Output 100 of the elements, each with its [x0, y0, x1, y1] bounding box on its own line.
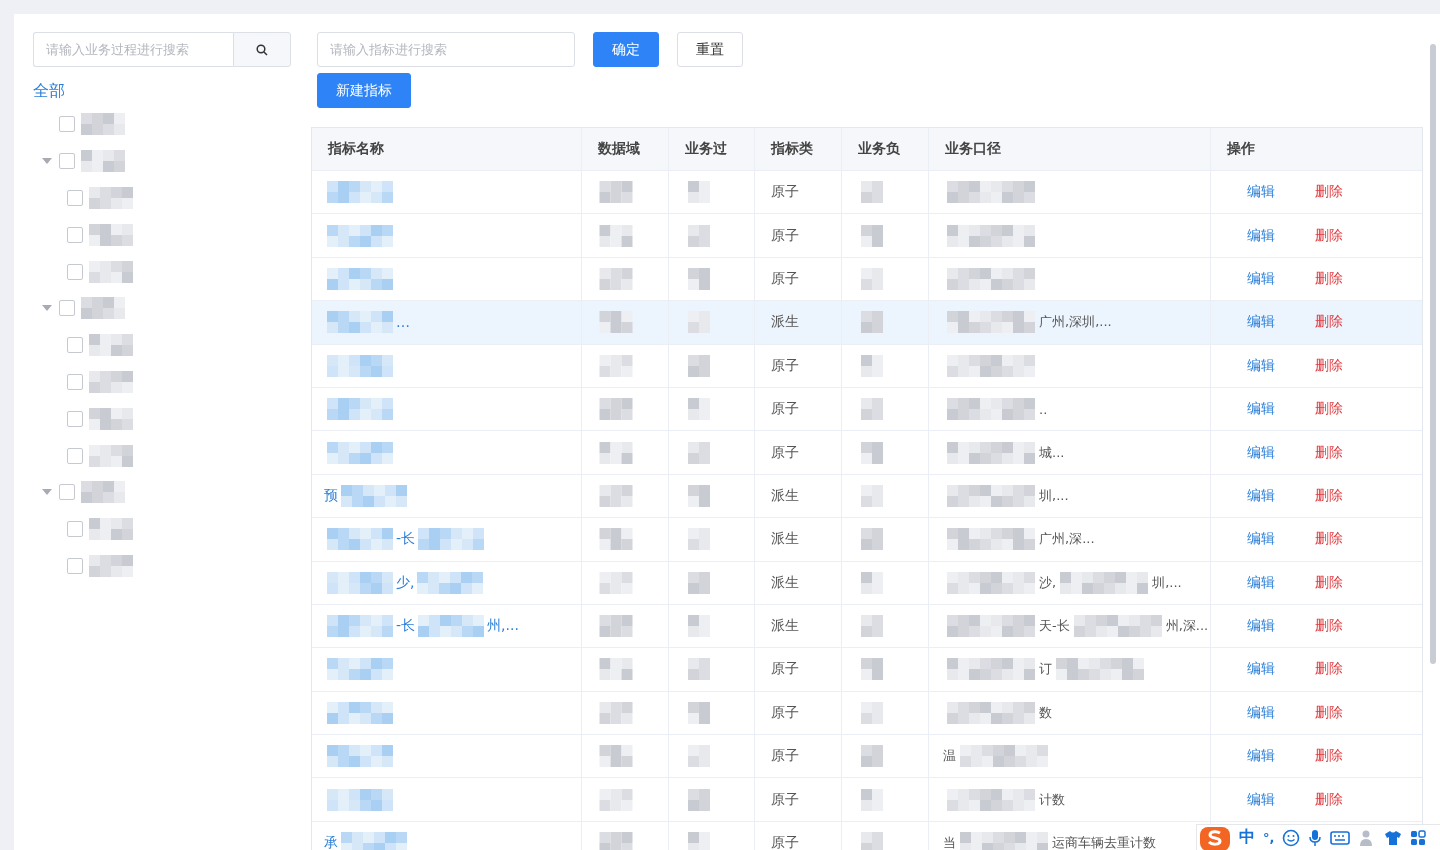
caret-icon[interactable]	[42, 488, 52, 497]
caliber-fragment: 城...	[1039, 443, 1065, 462]
delete-link[interactable]: 删除	[1315, 703, 1343, 722]
edit-link[interactable]: 编辑	[1247, 400, 1275, 419]
scrollbar[interactable]	[1430, 44, 1436, 664]
delete-link[interactable]: 删除	[1315, 226, 1343, 245]
edit-link[interactable]: 编辑	[1247, 747, 1275, 766]
checkbox[interactable]	[67, 337, 83, 354]
name-fragment[interactable]: 承	[324, 834, 338, 850]
table-row[interactable]: … 派生 广州,深圳,... 编辑 删除	[312, 301, 1422, 345]
column-header: 业务负	[842, 128, 929, 170]
table-row[interactable]: 原子 数 编辑 删除	[312, 691, 1422, 736]
column-header: 业务口径	[929, 128, 1211, 170]
grid-icon[interactable]	[1410, 829, 1427, 846]
pixelated-text-drawing	[858, 311, 886, 334]
table-row[interactable]: 预 派生 圳,... 编辑 删除	[312, 474, 1422, 519]
checkbox[interactable]	[67, 447, 83, 464]
keyboard-icon[interactable]	[1330, 830, 1351, 845]
checkbox[interactable]	[59, 116, 75, 133]
delete-link[interactable]: 删除	[1315, 313, 1343, 332]
confirm-button[interactable]: 确定	[593, 32, 659, 67]
pixelated-text-drawing	[858, 267, 886, 290]
shirt-icon[interactable]	[1384, 829, 1403, 846]
delete-link[interactable]: 删除	[1315, 183, 1343, 202]
name-fragment[interactable]: -长	[396, 617, 416, 636]
table-row[interactable]: 原子 编辑 删除	[312, 214, 1422, 258]
caliber-fragment: 广州,深圳,...	[1039, 313, 1112, 332]
delete-link[interactable]: 删除	[1315, 400, 1343, 419]
checkbox[interactable]	[67, 410, 83, 427]
pixelated-text-drawing	[598, 267, 634, 290]
table-row[interactable]: 原子 订 编辑 删除	[312, 648, 1422, 692]
pixelated-text-drawing	[685, 701, 713, 724]
checkbox[interactable]	[59, 153, 75, 170]
checkbox[interactable]	[67, 226, 83, 243]
edit-link[interactable]: 编辑	[1247, 703, 1275, 722]
delete-link[interactable]: 删除	[1315, 443, 1343, 462]
table-row[interactable]: 原子 .. 编辑 删除	[312, 387, 1422, 432]
name-fragment[interactable]: -长	[396, 530, 416, 549]
name-fragment[interactable]: 少,	[396, 573, 415, 592]
checkbox[interactable]	[59, 484, 75, 501]
name-fragment[interactable]: 州,...	[487, 617, 519, 636]
name-fragment[interactable]: 预	[324, 486, 338, 505]
edit-link[interactable]: 编辑	[1247, 443, 1275, 462]
punctuation-mode-text[interactable]: °,	[1263, 830, 1275, 845]
smiley-icon[interactable]	[1282, 828, 1301, 847]
delete-link[interactable]: 删除	[1315, 486, 1343, 505]
caliber-fragment: 订	[1039, 660, 1052, 679]
search-button[interactable]	[233, 32, 291, 67]
edit-link[interactable]: 编辑	[1247, 313, 1275, 332]
checkbox[interactable]	[67, 263, 83, 280]
input-mode-text[interactable]: 中	[1239, 827, 1255, 848]
table-row[interactable]: 原子 编辑 删除	[312, 344, 1422, 388]
checkbox[interactable]	[59, 300, 75, 317]
checkbox[interactable]	[67, 521, 83, 538]
table-row[interactable]: 原子 编辑 删除	[312, 171, 1422, 215]
edit-link[interactable]: 编辑	[1247, 226, 1275, 245]
table-row[interactable]: -长 州,... 派生 天-长 州,深... 编辑 删除	[312, 604, 1422, 649]
delete-link[interactable]: 删除	[1315, 790, 1343, 809]
delete-link[interactable]: 删除	[1315, 617, 1343, 636]
edit-link[interactable]: 编辑	[1247, 269, 1275, 288]
edit-link[interactable]: 编辑	[1247, 530, 1275, 549]
delete-link[interactable]: 删除	[1315, 269, 1343, 288]
pixelated-text-drawing	[858, 701, 886, 724]
delete-link[interactable]: 删除	[1315, 573, 1343, 592]
caliber-fragment: 沙,	[1039, 573, 1057, 592]
edit-link[interactable]: 编辑	[1247, 573, 1275, 592]
delete-link[interactable]: 删除	[1315, 530, 1343, 549]
pixelated-text-drawing	[685, 354, 713, 377]
caret-icon[interactable]	[42, 157, 52, 166]
caret-icon[interactable]	[42, 304, 52, 313]
delete-link[interactable]: 删除	[1315, 356, 1343, 375]
edit-link[interactable]: 编辑	[1247, 660, 1275, 679]
table-row[interactable]: 少, 派生 沙, 圳,... 编辑 删除	[312, 561, 1422, 605]
edit-link[interactable]: 编辑	[1247, 486, 1275, 505]
table-row[interactable]: 原子 计数 编辑 删除	[312, 778, 1422, 822]
microphone-icon[interactable]	[1308, 828, 1323, 847]
table-row[interactable]: -长 派生 广州,深... 编辑 删除	[312, 518, 1422, 562]
delete-link[interactable]: 删除	[1315, 747, 1343, 766]
checkbox[interactable]	[67, 373, 83, 390]
table-row[interactable]: 原子 编辑 删除	[312, 257, 1422, 302]
pixelated-text-drawing	[598, 571, 634, 594]
edit-link[interactable]: 编辑	[1247, 356, 1275, 375]
table-row[interactable]: 原子 温 编辑 删除	[312, 735, 1422, 779]
caliber-fragment: 圳,...	[1152, 573, 1182, 592]
pixelated-text-drawing	[598, 701, 634, 724]
table-row[interactable]: 原子 城... 编辑 删除	[312, 431, 1422, 475]
search-field[interactable]: 请输入指标进行搜索	[317, 32, 575, 67]
search-field[interactable]: 请输入业务过程进行搜索	[33, 32, 233, 67]
checkbox[interactable]	[67, 557, 83, 574]
reset-button[interactable]: 重置	[677, 32, 743, 67]
pixelated-text-drawing	[338, 832, 410, 850]
pixelated-text-drawing	[324, 398, 396, 421]
checkbox[interactable]	[67, 190, 83, 206]
edit-link[interactable]: 编辑	[1247, 183, 1275, 202]
name-fragment[interactable]: …	[396, 314, 410, 331]
delete-link[interactable]: 删除	[1315, 660, 1343, 679]
edit-link[interactable]: 编辑	[1247, 790, 1275, 809]
edit-link[interactable]: 编辑	[1247, 617, 1275, 636]
tree-all-link[interactable]: 全部	[33, 81, 65, 102]
create-button[interactable]: 新建指标	[317, 73, 411, 108]
